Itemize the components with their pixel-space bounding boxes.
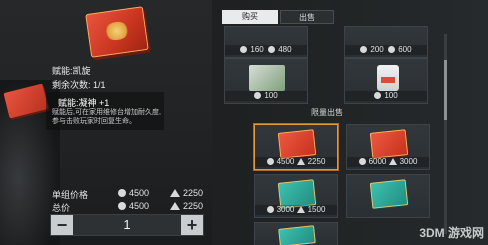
card-price: 200 600 [345, 45, 427, 55]
triangle-currency-icon [296, 206, 305, 213]
unit-price-coin-value: 4500 [129, 188, 150, 198]
total-coin-value: 4500 [129, 201, 150, 211]
shop-screen: 赋能:凯旋 剩余次数: 1/1 赋能:凝神 +1 赋能后,可在家用维修台增加耐久… [0, 0, 488, 245]
coin-icon [374, 92, 382, 99]
talent-tooltip: 赋能:凝神 +1 赋能后,可在家用维修台增加耐久度,参与击败玩家时回复生命。 [46, 92, 164, 130]
total-coin: 4500 [118, 201, 149, 211]
tab-buy[interactable]: 购买 [222, 10, 278, 24]
coin-icon [254, 92, 262, 99]
shop-list-panel: 购买 出售 160 480 200 600 100 100 限量出售 4500 … [212, 0, 488, 245]
unit-price-coin: 4500 [118, 188, 149, 198]
card-price-secondary: 480 [278, 45, 292, 54]
card-price-coin: 200 [370, 45, 384, 54]
increase-button[interactable]: + [181, 215, 203, 235]
card-price: 3000 1500 [255, 205, 337, 215]
quantity-value[interactable]: 1 [73, 217, 181, 232]
unit-price-tri-value: 2250 [183, 188, 204, 198]
coin-icon [358, 158, 366, 165]
shop-card-1[interactable]: 160 480 [224, 26, 308, 58]
card-price-coin: 3000 [276, 205, 295, 214]
triangle-currency-icon [296, 158, 305, 165]
shop-card-5[interactable]: 4500 2250 [254, 124, 338, 170]
unit-price-label: 单组价格 [52, 190, 89, 200]
watermark-logo: 3DM 游戏网 [419, 226, 484, 240]
shop-card-4[interactable]: 100 [344, 58, 428, 104]
triangle-currency-icon [170, 202, 180, 210]
teal-book-icon [369, 179, 409, 209]
total-price-row: 总价 4500 2250 [52, 201, 217, 213]
card-price: 100 [345, 91, 427, 101]
card-price-secondary: 1500 [307, 205, 326, 214]
card-price-coin: 100 [384, 91, 398, 100]
total-tri-value: 2250 [183, 201, 204, 211]
card-price-secondary: 600 [398, 45, 412, 54]
list-scrollbar-thumb[interactable] [444, 60, 447, 120]
item-preview-red-book [85, 6, 149, 58]
shop-card-3[interactable]: 100 [224, 58, 308, 104]
card-price-secondary: 3000 [399, 157, 418, 166]
card-price-coin: 6000 [368, 157, 387, 166]
shop-card-2[interactable]: 200 600 [344, 26, 428, 58]
card-price: 6000 3000 [347, 157, 429, 167]
coin-icon [118, 202, 126, 210]
green-box-icon [249, 65, 285, 91]
tab-sell[interactable]: 出售 [280, 10, 334, 24]
item-detail-panel: 赋能:凯旋 剩余次数: 1/1 赋能:凝神 +1 赋能后,可在家用维修台增加耐久… [0, 0, 212, 245]
unit-price-tri: 2250 [170, 188, 203, 198]
unit-price-row: 单组价格 4500 2250 [52, 188, 217, 200]
coin-icon [118, 189, 126, 197]
red-book-icon [277, 129, 317, 159]
coin-icon [266, 206, 274, 213]
shop-card-8[interactable] [346, 174, 430, 218]
tooltip-text: 赋能后,可在家用维修台增加耐久度,参与击败玩家时回复生命。 [52, 109, 161, 125]
coin-icon [360, 46, 368, 53]
teal-book-icon [278, 225, 316, 245]
bottle-icon [377, 65, 399, 91]
section-limited-sale: 限量出售 [311, 108, 343, 117]
card-price-secondary: 2250 [307, 157, 326, 166]
coin-icon [388, 46, 396, 53]
coin-icon [240, 46, 248, 53]
card-price: 4500 2250 [255, 157, 337, 167]
card-price: 160 480 [225, 45, 307, 55]
decrease-button[interactable]: − [51, 215, 73, 235]
shop-card-9[interactable] [254, 222, 338, 245]
quantity-stepper: − 1 + [50, 214, 204, 236]
total-tri: 2250 [170, 201, 203, 211]
red-book-icon [369, 129, 409, 159]
talent-label: 赋能:凯旋 [52, 66, 91, 76]
coin-icon [268, 46, 276, 53]
card-price-coin: 100 [264, 91, 278, 100]
coin-icon [266, 158, 274, 165]
shop-card-6[interactable]: 6000 3000 [346, 124, 430, 170]
card-price: 100 [225, 91, 307, 101]
card-price-coin: 160 [250, 45, 264, 54]
triangle-currency-icon [388, 158, 397, 165]
shop-card-7[interactable]: 3000 1500 [254, 174, 338, 218]
uses-left-label: 剩余次数: 1/1 [52, 80, 106, 90]
total-label: 总价 [52, 203, 71, 213]
card-price-coin: 4500 [276, 157, 295, 166]
triangle-currency-icon [170, 189, 180, 197]
